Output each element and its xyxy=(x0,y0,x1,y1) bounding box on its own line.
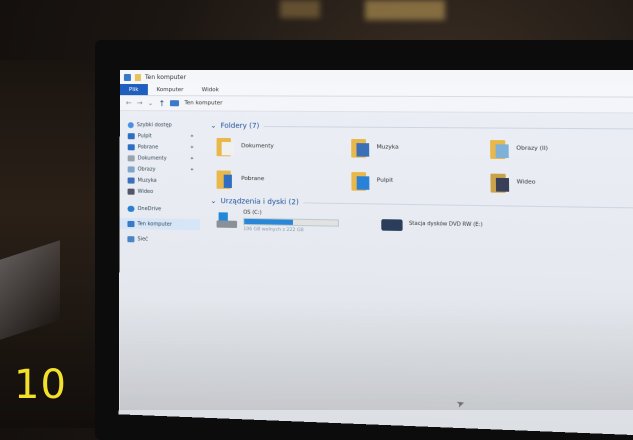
folder-label: Muzyka xyxy=(377,144,399,150)
cloud-icon xyxy=(127,205,134,211)
sidebar-item-downloads[interactable]: Pobrane ✦ xyxy=(120,141,201,153)
folder-video[interactable]: Wideo xyxy=(490,169,633,196)
folder-label: Dokumenty xyxy=(241,143,274,149)
sidebar-item-label: Wideo xyxy=(138,188,154,194)
sidebar-item-desktop[interactable]: Pulpit ✦ xyxy=(120,130,201,142)
sidebar-item-label: Muzyka xyxy=(138,177,157,183)
pin-icon: ✦ xyxy=(190,167,194,173)
chevron-down-icon[interactable]: ⌄ xyxy=(148,99,154,107)
tab-view[interactable]: Widok xyxy=(193,84,228,95)
tab-computer[interactable]: Komputer xyxy=(147,84,192,95)
pin-icon: ✦ xyxy=(190,144,194,150)
downloads-folder-icon xyxy=(217,168,235,189)
divider xyxy=(263,125,633,129)
chevron-down-icon: ⌄ xyxy=(210,197,216,205)
sidebar-item-label: Obrazy xyxy=(138,166,156,172)
file-explorer-window: Ten komputer Plik Komputer Widok ← → ⌄ ↑… xyxy=(119,70,633,437)
folder-label: Pulpit xyxy=(377,177,393,183)
folder-pictures[interactable]: Obrazy (II) xyxy=(490,136,633,163)
sidebar-item-quick-access[interactable]: Szybki dostęp xyxy=(120,119,201,131)
drive-label: OS (C:) xyxy=(243,210,339,218)
sidebar-item-label: Sieć xyxy=(137,236,147,242)
main-content: ⌄ Foldery (7) Dokumenty Muzyka Obrazy (I… xyxy=(200,111,633,436)
folders-group-header[interactable]: ⌄ Foldery (7) xyxy=(210,122,633,133)
folder-label: Pobrane xyxy=(241,176,264,182)
sidebar-item-label: OneDrive xyxy=(138,205,162,211)
chevron-down-icon: ⌄ xyxy=(210,122,216,130)
frame-number-overlay: 10 xyxy=(14,362,67,408)
music-icon xyxy=(128,177,135,183)
divider xyxy=(303,202,633,208)
window-title: Ten komputer xyxy=(145,74,186,81)
navigation-pane: Szybki dostęp Pulpit ✦ Pobrane ✦ Dokumen… xyxy=(119,111,201,419)
video-folder-icon xyxy=(490,172,510,193)
folder-icon xyxy=(135,74,141,81)
download-icon xyxy=(128,144,135,150)
tab-file[interactable]: Plik xyxy=(120,84,148,95)
sidebar-item-label: Pulpit xyxy=(138,133,152,139)
sidebar-item-label: Dokumenty xyxy=(138,155,167,161)
sidebar-item-video[interactable]: Wideo xyxy=(120,185,201,197)
drive-c[interactable]: OS (C:) 106 GB wolnych z 222 GB xyxy=(217,209,339,234)
documents-folder-icon xyxy=(217,136,235,157)
sidebar-item-label: Szybki dostęp xyxy=(137,122,172,128)
background-light xyxy=(280,0,320,18)
pictures-folder-icon xyxy=(490,138,510,159)
folder-music[interactable]: Muzyka xyxy=(351,135,490,161)
folder-downloads[interactable]: Pobrane xyxy=(217,166,352,192)
dvd-drive-icon xyxy=(381,215,402,232)
drive-dvd[interactable]: Stacja dysków DVD RW (E:) xyxy=(381,212,483,237)
network-icon xyxy=(127,236,134,242)
folder-documents[interactable]: Dokumenty xyxy=(217,134,352,160)
desktop-icon xyxy=(128,133,135,139)
computer-icon xyxy=(170,100,179,106)
documents-icon xyxy=(128,155,135,161)
folder-label: Obrazy (II) xyxy=(516,145,548,152)
drive-label: Stacja dysków DVD RW (E:) xyxy=(409,221,483,229)
folder-grid: Dokumenty Muzyka Obrazy (II) Pobrane Pul… xyxy=(217,134,633,197)
pin-icon: ✦ xyxy=(190,155,194,161)
mouse-cursor-icon: ➤ xyxy=(455,398,467,411)
music-folder-icon xyxy=(351,137,370,158)
breadcrumb[interactable]: Ten komputer xyxy=(184,100,222,106)
computer-icon xyxy=(127,220,134,226)
folder-label: Wideo xyxy=(517,179,536,186)
drive-list: OS (C:) 106 GB wolnych z 222 GB Stacja d… xyxy=(217,209,633,240)
sidebar-item-network[interactable]: Sieć xyxy=(119,233,200,246)
desktop-folder-icon xyxy=(351,170,370,191)
group-title: Urządzenia i dyski (2) xyxy=(221,197,299,206)
sidebar-item-label: Pobrane xyxy=(138,144,159,150)
hard-drive-icon xyxy=(217,212,238,229)
group-title: Foldery (7) xyxy=(221,122,260,130)
title-bar: Ten komputer xyxy=(120,70,633,85)
computer-icon xyxy=(124,73,131,80)
sidebar-item-onedrive[interactable]: OneDrive xyxy=(119,203,200,215)
drive-free-space: 106 GB wolnych z 222 GB xyxy=(243,227,339,234)
sidebar-item-this-pc[interactable]: Ten komputer xyxy=(119,218,200,231)
pictures-icon xyxy=(128,166,135,172)
background-light xyxy=(365,0,445,20)
pin-icon: ✦ xyxy=(190,133,194,139)
back-arrow-icon[interactable]: ← xyxy=(126,99,132,107)
drive-usage-bar xyxy=(243,218,339,227)
sidebar-item-documents[interactable]: Dokumenty ✦ xyxy=(120,152,201,164)
folder-desktop[interactable]: Pulpit xyxy=(351,168,490,195)
up-arrow-icon[interactable]: ↑ xyxy=(159,99,166,108)
forward-arrow-icon[interactable]: → xyxy=(137,99,143,107)
star-icon xyxy=(128,122,134,128)
sidebar-item-label: Ten komputer xyxy=(137,221,171,228)
video-icon xyxy=(128,188,135,194)
